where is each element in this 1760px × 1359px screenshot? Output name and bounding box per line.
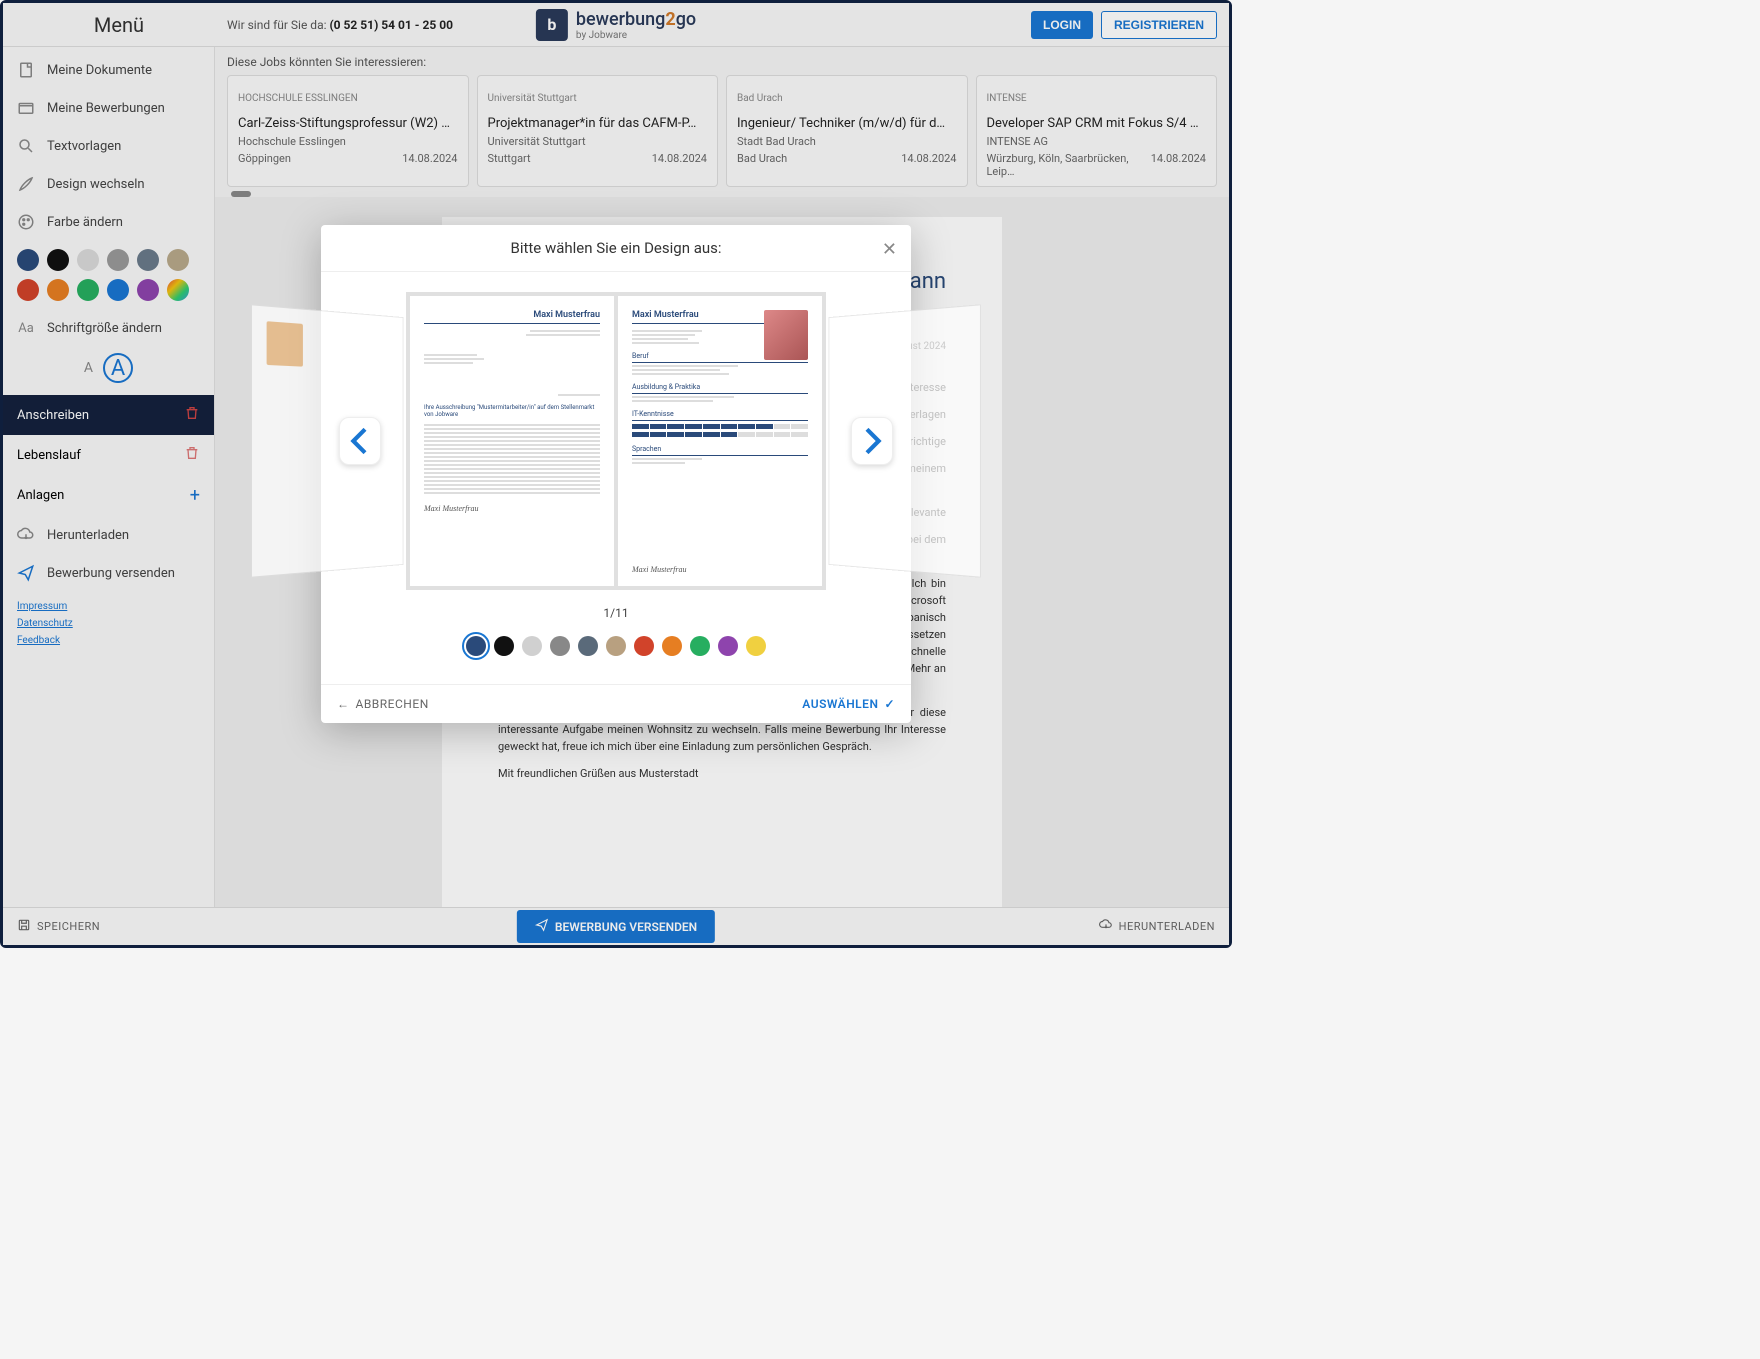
color-swatch[interactable] xyxy=(718,636,738,656)
color-swatch[interactable] xyxy=(634,636,654,656)
design-carousel: Maxi Musterfrau Ih xyxy=(331,286,901,596)
select-button[interactable]: AUSWÄHLEN ✓ xyxy=(802,697,895,711)
close-icon[interactable]: ✕ xyxy=(882,239,897,260)
photo-placeholder xyxy=(764,310,808,360)
design-cover-letter: Maxi Musterfrau Ih xyxy=(410,296,614,586)
carousel-pager: 1/11 xyxy=(331,606,901,620)
arrow-left-icon: ← xyxy=(337,697,350,711)
modal-overlay: Bitte wählen Sie ein Design aus: ✕ Maxi … xyxy=(3,3,1229,945)
design-modal: Bitte wählen Sie ein Design aus: ✕ Maxi … xyxy=(321,225,911,723)
modal-color-palette xyxy=(331,630,901,670)
cancel-button[interactable]: ← ABBRECHEN xyxy=(337,697,429,711)
color-swatch[interactable] xyxy=(466,636,486,656)
color-swatch[interactable] xyxy=(606,636,626,656)
carousel-next-button[interactable] xyxy=(851,417,893,465)
color-swatch[interactable] xyxy=(746,636,766,656)
design-preview-current[interactable]: Maxi Musterfrau Ih xyxy=(406,292,826,590)
color-swatch[interactable] xyxy=(494,636,514,656)
design-cv: Maxi Musterfrau Beruf Ausbildung & Prakt… xyxy=(618,296,822,586)
color-swatch[interactable] xyxy=(690,636,710,656)
color-swatch[interactable] xyxy=(578,636,598,656)
color-swatch[interactable] xyxy=(662,636,682,656)
color-swatch[interactable] xyxy=(522,636,542,656)
color-swatch[interactable] xyxy=(550,636,570,656)
check-icon: ✓ xyxy=(884,697,895,711)
carousel-prev-button[interactable] xyxy=(339,417,381,465)
modal-title: Bitte wählen Sie ein Design aus: xyxy=(510,239,721,257)
